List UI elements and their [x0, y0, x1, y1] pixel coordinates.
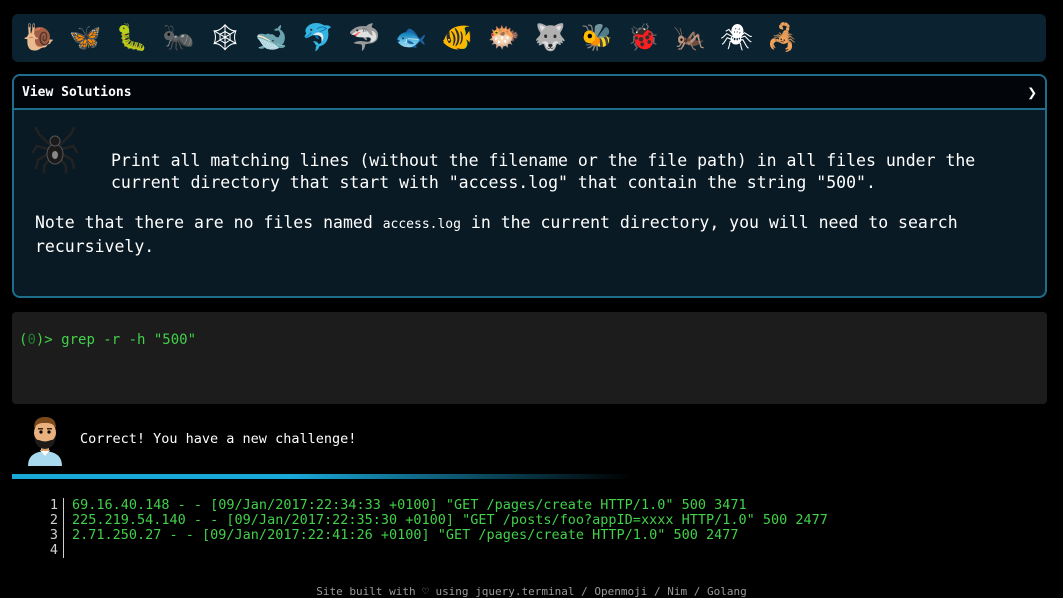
wolf-icon[interactable]: 🐺	[532, 19, 570, 57]
line-text: 2.71.250.27 - - [09/Jan/2017:22:41:26 +0…	[72, 527, 739, 543]
caterpillar-icon[interactable]: 🐛	[113, 19, 151, 57]
command-output: 1 69.16.40.148 - - [09/Jan/2017:22:34:33 …	[0, 498, 1063, 558]
footer-separator: /	[687, 585, 708, 598]
shark-icon[interactable]: 🦈	[346, 19, 384, 57]
chevron-right-icon: ❯	[1027, 82, 1037, 102]
ant-icon[interactable]: 🐜	[160, 19, 198, 57]
terminal-prompt: (0)>	[19, 332, 53, 348]
snail-icon[interactable]: 🐌	[20, 19, 58, 57]
line-number: 1	[0, 498, 64, 513]
footer-separator: /	[647, 585, 668, 598]
prompt-close: )>	[35, 332, 53, 348]
whale-icon[interactable]: 🐋	[253, 19, 291, 57]
line-number: 3	[0, 528, 64, 543]
butterfly-icon[interactable]: 🦋	[67, 19, 105, 57]
challenge-icon-bar: 🐌 🦋 🐛 🐜 🕸 🐋 🐬 🦈 🐟 🐠 🐡 🐺 🐝 🐞 🦗 🕷 🦂	[12, 14, 1046, 62]
output-line: 2 225.219.54.140 - - [09/Jan/2017:22:35:3…	[0, 513, 1063, 528]
line-text: 69.16.40.148 - - [09/Jan/2017:22:34:33 +…	[72, 497, 747, 513]
footer-prefix: Site built with ♡ using	[316, 585, 476, 598]
footer-link-nim[interactable]: Nim	[667, 585, 687, 598]
footer-link-jquery-terminal[interactable]: jquery.terminal	[475, 585, 574, 598]
bearded-man-avatar-icon	[28, 417, 62, 466]
challenge-panel: View Solutions ❯ Print all matching line…	[12, 74, 1047, 298]
footer-link-golang[interactable]: Golang	[707, 585, 747, 598]
challenge-note: Note that there are no files named acces…	[35, 212, 1015, 258]
spider-icon	[31, 126, 79, 174]
line-number: 4	[0, 543, 64, 558]
line-number: 2	[0, 513, 64, 528]
spider-web-icon[interactable]: 🕸	[206, 19, 244, 57]
footer-separator: /	[574, 585, 595, 598]
bee-icon[interactable]: 🐝	[578, 19, 616, 57]
scorpion-icon[interactable]: 🦂	[764, 19, 802, 57]
line-text: 225.219.54.140 - - [09/Jan/2017:22:35:30…	[72, 512, 828, 528]
note-filename-code: access.log	[382, 217, 461, 232]
output-line: 1 69.16.40.148 - - [09/Jan/2017:22:34:33 …	[0, 498, 1063, 513]
fish-icon[interactable]: 🐟	[392, 19, 430, 57]
feedback-message: Correct! You have a new challenge!	[80, 431, 357, 447]
prompt-counter: 0	[27, 332, 36, 348]
output-line: 4	[0, 543, 1063, 558]
blowfish-icon[interactable]: 🐡	[485, 19, 523, 57]
line-text	[64, 543, 72, 558]
output-line: 3 2.71.250.27 - - [09/Jan/2017:22:41:26 +…	[0, 528, 1063, 543]
dolphin-icon[interactable]: 🐬	[299, 19, 337, 57]
view-solutions-toggle[interactable]: View Solutions ❯	[14, 76, 1045, 110]
cricket-icon[interactable]: 🦗	[671, 19, 709, 57]
terminal[interactable]: (0)> grep -r -h "500"	[12, 312, 1047, 404]
spider-icon[interactable]: 🕷	[718, 19, 756, 57]
ladybug-icon[interactable]: 🐞	[625, 19, 663, 57]
view-solutions-label: View Solutions	[22, 84, 132, 100]
tropical-fish-icon[interactable]: 🐠	[439, 19, 477, 57]
site-footer: Site built with ♡ using jquery.terminal …	[0, 585, 1063, 598]
terminal-command: grep -r -h "500"	[52, 332, 197, 348]
note-text-start: Note that there are no files named	[35, 213, 383, 232]
footer-link-openmoji[interactable]: Openmoji	[594, 585, 647, 598]
progress-bar	[12, 474, 632, 479]
challenge-description: Print all matching lines (without the fi…	[111, 151, 976, 192]
